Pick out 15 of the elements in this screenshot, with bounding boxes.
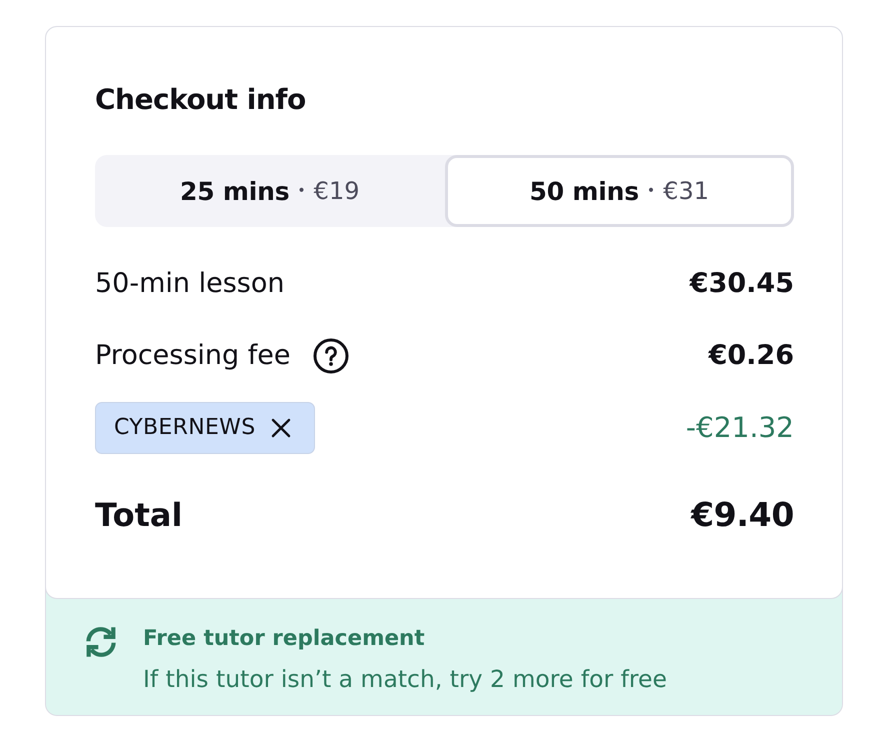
duration-tab[interactable]: 50 mins • €31 — [444, 155, 794, 227]
line-item-amount: €0.26 — [708, 339, 794, 373]
notice-title: Free tutor replacement — [143, 625, 426, 653]
close-icon[interactable] — [271, 418, 292, 438]
line-item-amount: €30.45 — [690, 267, 794, 301]
total-amount: €9.40 — [691, 495, 794, 535]
duration-tab[interactable]: 25 mins • €19 — [95, 155, 444, 227]
notice-description: If this tutor isn’t a match, try 2 more for free — [143, 664, 667, 694]
help-icon[interactable] — [312, 338, 348, 374]
checkout-title: Checkout info — [95, 82, 307, 118]
coupon-code: CYBERNEWS — [114, 414, 256, 442]
total-label: Total — [95, 495, 182, 535]
line-item-label: Processing fee — [95, 339, 290, 373]
line-item-label: 50-min lesson — [95, 267, 284, 301]
discount-amount: -€21.32 — [686, 410, 794, 446]
